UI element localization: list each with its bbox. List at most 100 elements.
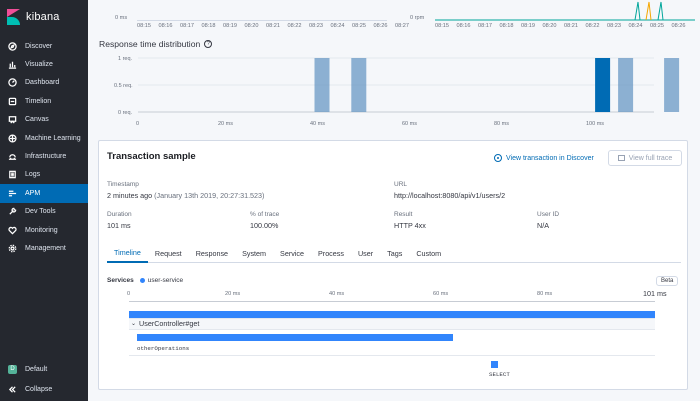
sidebar-item-management[interactable]: Management xyxy=(0,239,88,257)
tab-service[interactable]: Service xyxy=(273,243,311,263)
percent-of-trace-field: % of trace 100.00% xyxy=(250,211,280,230)
distribution-svg: 1 req. 0.5 req. 0 req. 0 20 ms 40 ms 60 … xyxy=(114,56,680,127)
timestamp-field: Timestamp 2 minutes ago (January 13th 20… xyxy=(107,181,265,200)
sidebar-item-label: Monitoring xyxy=(25,226,58,234)
result-field: Result HTTP 4xx xyxy=(394,211,426,230)
axis-line xyxy=(137,20,387,21)
sidebar-item-monitoring[interactable]: Monitoring xyxy=(0,221,88,239)
tab-timeline[interactable]: Timeline xyxy=(107,243,148,263)
sidebar-item-label: Discover xyxy=(25,42,53,50)
view-in-discover-link[interactable]: View transaction in Discover xyxy=(494,154,594,162)
beta-badge: Beta xyxy=(656,276,679,286)
canvas-icon xyxy=(8,115,17,124)
distribution-bar[interactable] xyxy=(314,58,330,112)
sidebar-item-apm[interactable]: APM xyxy=(0,184,88,203)
sidebar-item-label: Timelion xyxy=(25,97,52,105)
sidebar-item-canvas[interactable]: Canvas xyxy=(0,111,88,129)
sidebar-item-timelion[interactable]: Timelion xyxy=(0,92,88,110)
duration-chart-axis: 0 ms 08:15 08:16 08:17 08:18 08:19 08:20 08:21… xyxy=(88,0,409,34)
brand-name: kibana xyxy=(26,11,60,23)
kibana-app: kibana Discover Visualize Dashboard Time… xyxy=(0,0,700,401)
sidebar-item-label: APM xyxy=(25,189,41,197)
tab-tags[interactable]: Tags xyxy=(380,243,409,263)
sidebar-item-label: Canvas xyxy=(25,116,49,124)
x-tick-label: 60 ms xyxy=(402,121,417,127)
distribution-title: Response time distribution ? xyxy=(99,39,213,49)
y-tick-label: 0 req. xyxy=(118,110,133,116)
service-color-dot xyxy=(139,278,145,283)
wf-tick: 40 ms xyxy=(329,291,345,297)
x-tick-label: 80 ms xyxy=(494,121,509,127)
x-tick-label: 100 ms xyxy=(586,121,604,127)
heart-icon xyxy=(8,226,17,235)
view-full-trace-button[interactable]: View full trace xyxy=(608,150,682,166)
sidebar-item-visualize[interactable]: Visualize xyxy=(0,55,88,73)
span-bar[interactable] xyxy=(491,361,498,368)
tab-response[interactable]: Response xyxy=(189,243,235,263)
sidebar-item-label: Dashboard xyxy=(25,79,60,87)
compass-icon xyxy=(8,41,17,51)
y-tick-label: 0.5 req. xyxy=(114,83,133,89)
wf-tick: 80 ms xyxy=(537,291,553,297)
distribution-bar[interactable] xyxy=(618,58,634,112)
rpm-lines xyxy=(435,1,695,21)
wf-tick: 60 ms xyxy=(433,291,449,297)
axis-zero-label: 0 ms xyxy=(115,15,128,21)
sidebar-item-dashboard[interactable]: Dashboard xyxy=(0,74,88,92)
gear-icon xyxy=(8,244,17,253)
services-legend: Services user-service xyxy=(107,277,184,284)
sidebar-item-discover[interactable]: Discover xyxy=(0,37,88,55)
sidebar-item-logs[interactable]: Logs xyxy=(0,166,88,184)
span-label: SELECT xyxy=(489,371,510,378)
bar-chart-icon xyxy=(8,60,17,69)
tab-user[interactable]: User xyxy=(351,243,380,263)
waterfall-axis: 0 20 ms 40 ms 60 ms 80 ms 101 ms xyxy=(107,289,681,301)
tab-custom[interactable]: Custom xyxy=(409,243,448,263)
collapse-button[interactable]: Collapse xyxy=(0,381,88,399)
logs-icon xyxy=(8,170,17,179)
tab-process[interactable]: Process xyxy=(311,243,351,263)
nav-list: Discover Visualize Dashboard Timelion Ca… xyxy=(0,34,88,258)
transaction-bar[interactable] xyxy=(129,311,655,318)
sidebar-item-label: Machine Learning xyxy=(25,134,81,142)
span-label: otherOperations xyxy=(137,345,190,352)
main-content: 0 ms 08:15 08:16 08:17 08:18 08:19 08:20 08:21… xyxy=(88,0,700,401)
help-icon[interactable]: ? xyxy=(204,40,213,48)
space-selector[interactable]: D Default xyxy=(0,360,88,378)
sidebar-item-label: Visualize xyxy=(25,61,53,69)
duration-field: Duration 101 ms xyxy=(107,211,132,230)
distribution-bar[interactable] xyxy=(351,58,367,112)
x-tick-label: 0 xyxy=(136,121,139,127)
apm-icon xyxy=(8,189,17,198)
dashboard-icon xyxy=(8,78,17,88)
sidebar-bottom: D Default Collapse xyxy=(0,360,88,401)
ml-icon xyxy=(8,134,17,143)
kibana-logo-icon xyxy=(7,9,20,25)
wrench-icon xyxy=(8,207,17,216)
sidebar-item-label: Infrastructure xyxy=(25,153,67,161)
sidebar-item-machine-learning[interactable]: Machine Learning xyxy=(0,129,88,147)
detail-tabs: Timeline Request Response System Service… xyxy=(107,243,681,263)
url-field: URL http://localhost:8080/api/v1/users/2 xyxy=(394,181,506,200)
space-label: Default xyxy=(25,365,48,373)
distribution-bar[interactable] xyxy=(595,58,611,112)
rpm-chart-axis: 0 rpm 08:15 08:16 08:17 08:18 08:19 08:20 08:2… xyxy=(410,0,700,34)
sidebar-item-dev-tools[interactable]: Dev Tools xyxy=(0,203,88,221)
brand[interactable]: kibana xyxy=(0,0,88,34)
transaction-sample-card: Transaction sample View transaction in D… xyxy=(98,140,688,390)
sidebar-item-infrastructure[interactable]: Infrastructure xyxy=(0,147,88,165)
waterfall: ⌄ UserController#get otherOperations SEL… xyxy=(129,301,655,381)
x-tick-label: 40 ms xyxy=(310,121,325,127)
sidebar: kibana Discover Visualize Dashboard Time… xyxy=(0,0,88,401)
transaction-label[interactable]: ⌄ UserController#get xyxy=(131,319,199,328)
transaction-row[interactable] xyxy=(129,318,655,330)
distribution-chart: 1 req. 0.5 req. 0 req. 0 20 ms 40 ms 60 … xyxy=(98,52,698,132)
distribution-bar[interactable] xyxy=(664,58,680,112)
span-bar[interactable] xyxy=(137,334,453,341)
wf-max: 101 ms xyxy=(643,289,667,298)
space-avatar: D xyxy=(8,364,17,374)
y-tick-label: 1 req. xyxy=(118,56,133,62)
tab-system[interactable]: System xyxy=(235,243,273,263)
tab-request[interactable]: Request xyxy=(148,243,189,263)
wf-tick: 20 ms xyxy=(225,291,241,297)
